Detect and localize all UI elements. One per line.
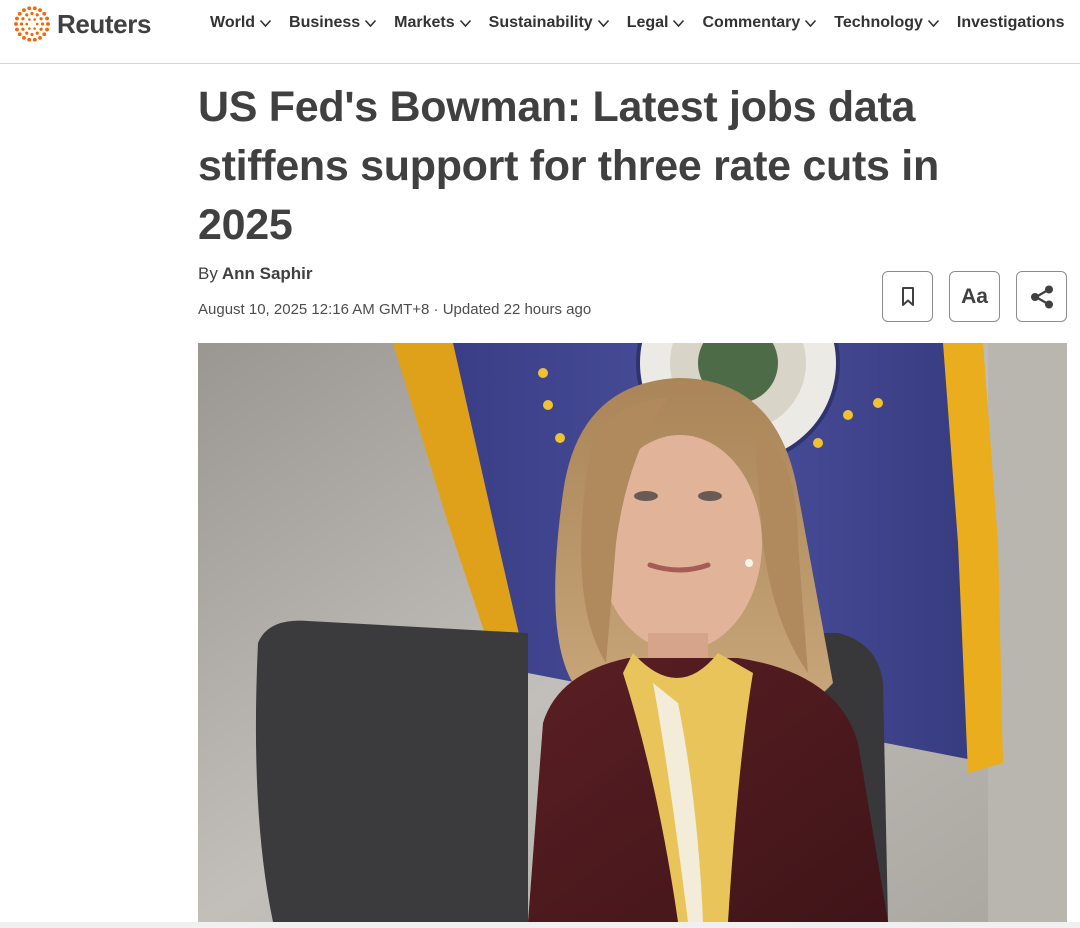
share-button[interactable] — [1016, 271, 1067, 322]
chevron-down-icon — [597, 19, 609, 27]
lead-photo-illustration — [198, 343, 1067, 922]
chevron-down-icon — [805, 19, 817, 27]
nav-item-legal[interactable]: Legal — [627, 14, 686, 32]
nav-item-label: Sustainability — [488, 14, 593, 31]
page-bottom-edge — [0, 922, 1080, 928]
reuters-logo[interactable]: Reuters — [12, 4, 151, 44]
article-dateline: August 10, 2025 12:16 AM GMT+8 · Updated… — [198, 301, 592, 318]
bookmark-icon — [901, 286, 914, 306]
nav-item-sustainability[interactable]: Sustainability — [489, 14, 610, 32]
nav-item-label: Commentary — [702, 14, 801, 31]
nav-item-investigations[interactable]: Investigations — [957, 14, 1065, 32]
nav-item-label: Technology — [834, 14, 923, 31]
reuters-logo-icon — [14, 6, 50, 42]
author-link[interactable]: Ann Saphir — [222, 264, 313, 283]
section-nav: World Business Markets Sustainability Le… — [210, 12, 1064, 34]
article-lead-photo — [198, 343, 1067, 922]
nav-item-label: Business — [289, 14, 361, 31]
nav-item-label: Legal — [626, 14, 669, 31]
bookmark-button[interactable] — [882, 271, 933, 322]
nav-item-commentary[interactable]: Commentary — [702, 14, 817, 32]
nav-item-technology[interactable]: Technology — [834, 14, 940, 32]
nav-item-business[interactable]: Business — [289, 14, 377, 32]
chevron-down-icon — [365, 19, 377, 27]
article-headline: US Fed's Bowman: Latest jobs data stiffe… — [198, 83, 939, 249]
nav-item-markets[interactable]: Markets — [394, 14, 471, 32]
reuters-wordmark: Reuters — [57, 8, 152, 39]
byline-prefix: By — [198, 264, 218, 283]
article-tools: Aa — [882, 271, 1067, 322]
chevron-down-icon — [673, 19, 685, 27]
share-icon — [1030, 285, 1053, 308]
nav-item-label: World — [210, 14, 256, 31]
nav-item-world[interactable]: World — [210, 14, 272, 32]
top-navigation: Reuters World Business Markets Sustainab… — [0, 0, 1080, 64]
chevron-down-icon — [927, 19, 939, 27]
font-size-icon: Aa — [961, 284, 988, 308]
byline: By Ann Saphir — [198, 264, 313, 284]
nav-item-label: Investigations — [956, 14, 1065, 31]
chevron-down-icon — [259, 19, 272, 27]
chevron-down-icon — [459, 19, 471, 27]
nav-item-label: Markets — [394, 14, 455, 31]
font-size-button[interactable]: Aa — [949, 271, 1000, 322]
